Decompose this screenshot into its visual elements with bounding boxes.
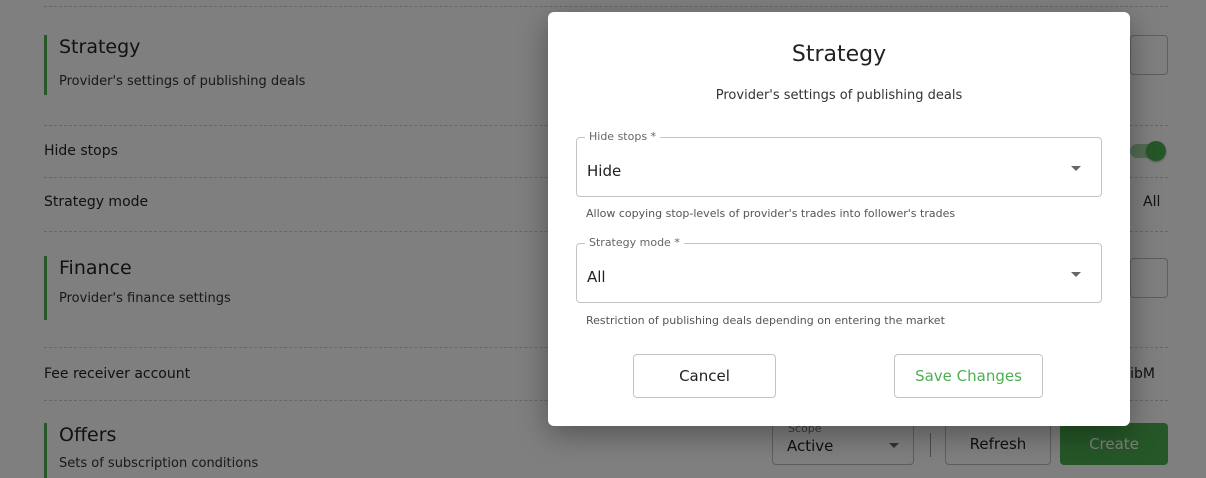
- field-label: Hide stops *: [585, 130, 661, 143]
- save-changes-button[interactable]: Save Changes: [894, 354, 1043, 398]
- field-helper-text: Restriction of publishing deals dependin…: [586, 314, 945, 327]
- strategy-mode-select[interactable]: Strategy mode * All: [576, 236, 1102, 303]
- hide-stops-select[interactable]: Hide stops * Hide: [576, 130, 1102, 197]
- field-label: Strategy mode *: [585, 236, 684, 249]
- chevron-down-icon: [1071, 272, 1081, 277]
- field-helper-text: Allow copying stop-levels of provider's …: [586, 207, 956, 220]
- dialog-subtitle: Provider's settings of publishing deals: [715, 88, 963, 103]
- cancel-button[interactable]: Cancel: [633, 354, 776, 398]
- chevron-down-icon: [1071, 166, 1081, 171]
- field-value: All: [587, 268, 606, 286]
- dialog-title: Strategy: [791, 42, 887, 67]
- strategy-dialog: Strategy Provider's settings of publishi…: [548, 12, 1130, 426]
- field-value: Hide: [587, 162, 622, 180]
